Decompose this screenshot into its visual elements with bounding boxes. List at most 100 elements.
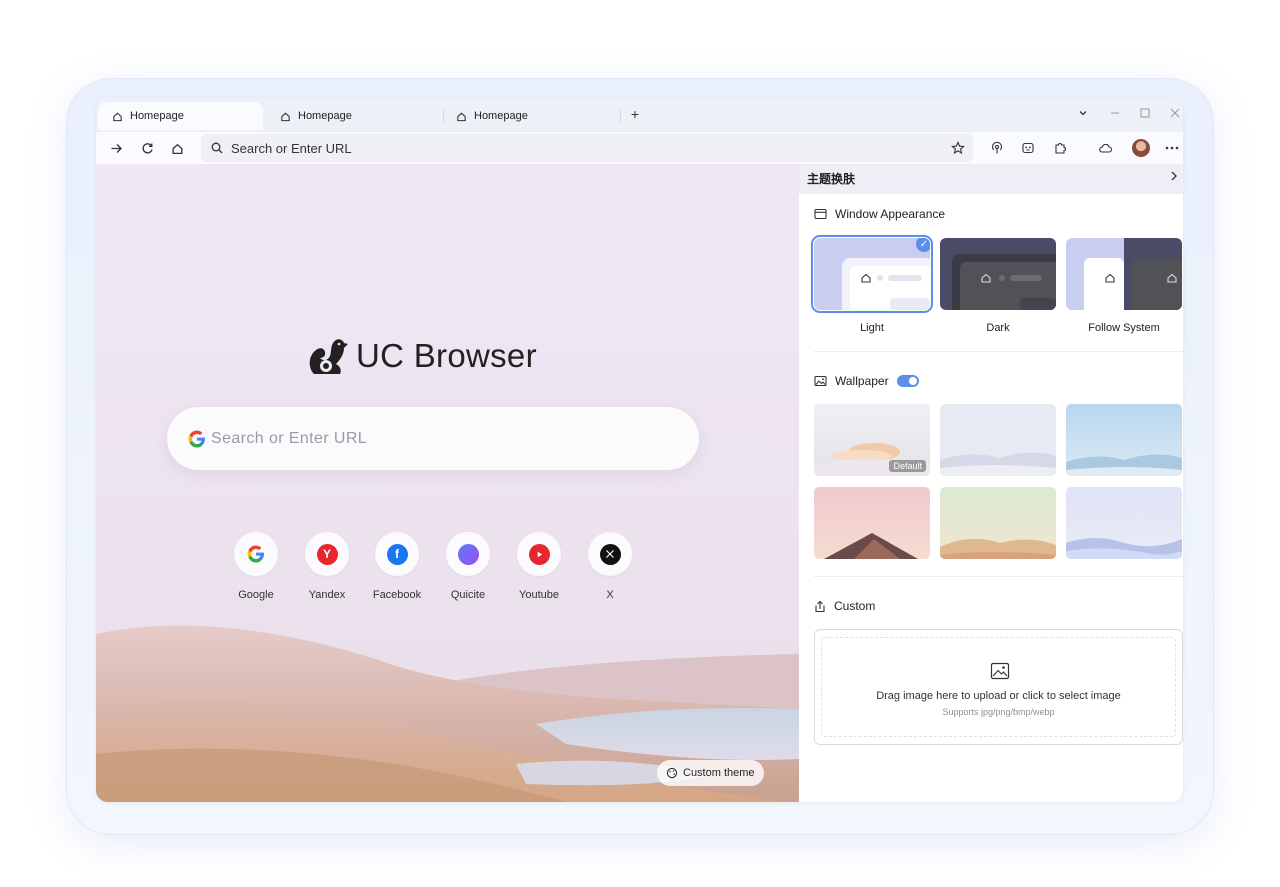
window-icon	[814, 208, 827, 220]
address-bar[interactable]	[201, 134, 973, 162]
appearance-label: Dark	[986, 322, 1010, 334]
wallpaper-option-5[interactable]	[940, 487, 1056, 559]
shortcut-google[interactable]: Google	[221, 532, 291, 601]
dropzone-supported-formats: Supports jpg/png/bmp/webp	[942, 707, 1055, 717]
wallpaper-option-6[interactable]	[1066, 487, 1182, 559]
yandex-icon: Y	[316, 543, 338, 565]
forward-arrow-icon[interactable]	[106, 138, 126, 158]
light-theme-preview	[814, 238, 930, 310]
shortcut-label: Youtube	[519, 589, 559, 601]
palette-icon	[666, 767, 678, 779]
reload-icon[interactable]	[137, 138, 157, 158]
wallpaper-thumbnail	[1066, 487, 1182, 559]
browser-window: Homepage Homepage Homepage + Search or E…	[96, 98, 1183, 802]
ai-assistant-icon[interactable]	[1018, 138, 1038, 158]
dropzone-instruction: Drag image here to upload or click to se…	[876, 690, 1121, 702]
new-tab-page: UC Browser Google	[96, 164, 799, 802]
follow-system-theme-preview	[1066, 238, 1182, 310]
tab-homepage-1[interactable]: Homepage	[98, 102, 263, 130]
shortcut-yandex[interactable]: Y Yandex	[292, 532, 362, 601]
home-icon	[457, 112, 466, 121]
custom-header: Custom	[814, 599, 875, 613]
image-icon	[814, 375, 827, 387]
wallpaper-thumbnail	[1066, 404, 1182, 476]
google-g-icon	[188, 430, 205, 447]
wallpaper-thumbnail	[814, 487, 930, 559]
wallpaper-option-2[interactable]	[940, 404, 1056, 476]
tab-homepage-2[interactable]: Homepage	[266, 102, 441, 130]
dark-theme-preview	[940, 238, 1056, 310]
image-upload-dropzone[interactable]: Drag image here to upload or click to se…	[814, 629, 1183, 745]
wallpaper-toggle[interactable]	[896, 375, 919, 387]
shortcut-facebook[interactable]: f Facebook	[362, 532, 432, 601]
shortcut-icon-circle	[588, 532, 632, 576]
squirrel-logo-icon	[309, 339, 348, 374]
cast-icon[interactable]	[987, 138, 1007, 158]
shortcut-icon-circle: Y	[305, 532, 349, 576]
bookmark-star-icon[interactable]	[948, 138, 968, 158]
tab-list-chevron-icon[interactable]	[1076, 107, 1090, 121]
minimize-icon[interactable]	[1108, 107, 1122, 121]
google-icon	[247, 545, 264, 563]
dropzone-inner: Drag image here to upload or click to se…	[821, 637, 1176, 737]
section-title: Window Appearance	[835, 207, 946, 221]
wallpaper-option-3[interactable]	[1066, 404, 1182, 476]
tab-label: Homepage	[130, 110, 184, 122]
section-divider	[814, 351, 1183, 352]
section-divider	[814, 576, 1183, 577]
uc-browser-logo: UC Browser	[306, 334, 537, 378]
wallpaper-option-1[interactable]: Default	[814, 404, 930, 476]
logo-text: UC Browser	[356, 337, 537, 374]
tab-homepage-3[interactable]: Homepage	[442, 102, 617, 130]
window-appearance-header: Window Appearance	[814, 207, 945, 221]
user-avatar[interactable]	[1132, 139, 1150, 157]
cloud-sync-icon[interactable]	[1095, 138, 1115, 158]
shortcut-icon-circle: f	[375, 532, 419, 576]
shortcut-label: Facebook	[372, 589, 422, 601]
appearance-label: Light	[860, 322, 884, 334]
home-icon	[281, 112, 290, 121]
toolbar	[96, 132, 1183, 164]
quicite-icon	[457, 543, 479, 565]
wallpaper-header: Wallpaper	[814, 374, 919, 388]
shortcut-quicite[interactable]: Quicite	[433, 532, 503, 601]
youtube-icon	[528, 543, 550, 565]
tab-separator	[620, 110, 621, 124]
main-search-box[interactable]	[167, 407, 699, 470]
close-icon[interactable]	[1168, 107, 1182, 121]
default-badge: Default	[889, 460, 926, 472]
wallpaper-thumbnail	[940, 404, 1056, 476]
wallpaper-option-4[interactable]	[814, 487, 930, 559]
shortcut-label: Google	[238, 589, 274, 601]
x-icon	[599, 543, 621, 565]
image-upload-icon	[990, 662, 1010, 680]
appearance-light-card[interactable]: ✓	[811, 235, 933, 313]
tab-label: Homepage	[474, 110, 528, 122]
appearance-follow-system-card[interactable]	[1066, 238, 1182, 310]
custom-theme-label: Custom theme	[683, 767, 755, 779]
section-title: Custom	[834, 599, 876, 613]
extensions-puzzle-icon[interactable]	[1050, 138, 1070, 158]
theme-panel: 主题换肤 Window Appearance ✓ Light Dark Foll…	[799, 164, 1183, 802]
custom-theme-button[interactable]: Custom theme	[657, 760, 764, 786]
search-icon	[211, 142, 223, 154]
more-menu-icon[interactable]	[1162, 138, 1182, 158]
home-button-icon[interactable]	[167, 138, 187, 158]
main-search-input[interactable]	[211, 429, 651, 448]
panel-collapse-chevron-icon[interactable]	[1169, 169, 1179, 185]
appearance-dark-card[interactable]	[940, 238, 1056, 310]
url-input[interactable]	[231, 140, 931, 156]
upload-icon	[815, 600, 825, 612]
shortcut-youtube[interactable]: Youtube	[504, 532, 574, 601]
new-tab-button[interactable]: +	[626, 106, 644, 122]
wallpaper-thumbnail	[940, 487, 1056, 559]
shortcut-label: Quicite	[450, 589, 486, 601]
shortcut-label: Yandex	[308, 589, 346, 601]
shortcut-icon-circle	[446, 532, 490, 576]
selected-check-icon: ✓	[916, 238, 930, 252]
appearance-label: Follow System	[1088, 322, 1160, 334]
panel-header: 主题换肤	[799, 164, 1183, 194]
shortcut-x[interactable]: X	[575, 532, 645, 601]
shortcut-icon-circle	[234, 532, 278, 576]
maximize-icon[interactable]	[1138, 107, 1152, 121]
